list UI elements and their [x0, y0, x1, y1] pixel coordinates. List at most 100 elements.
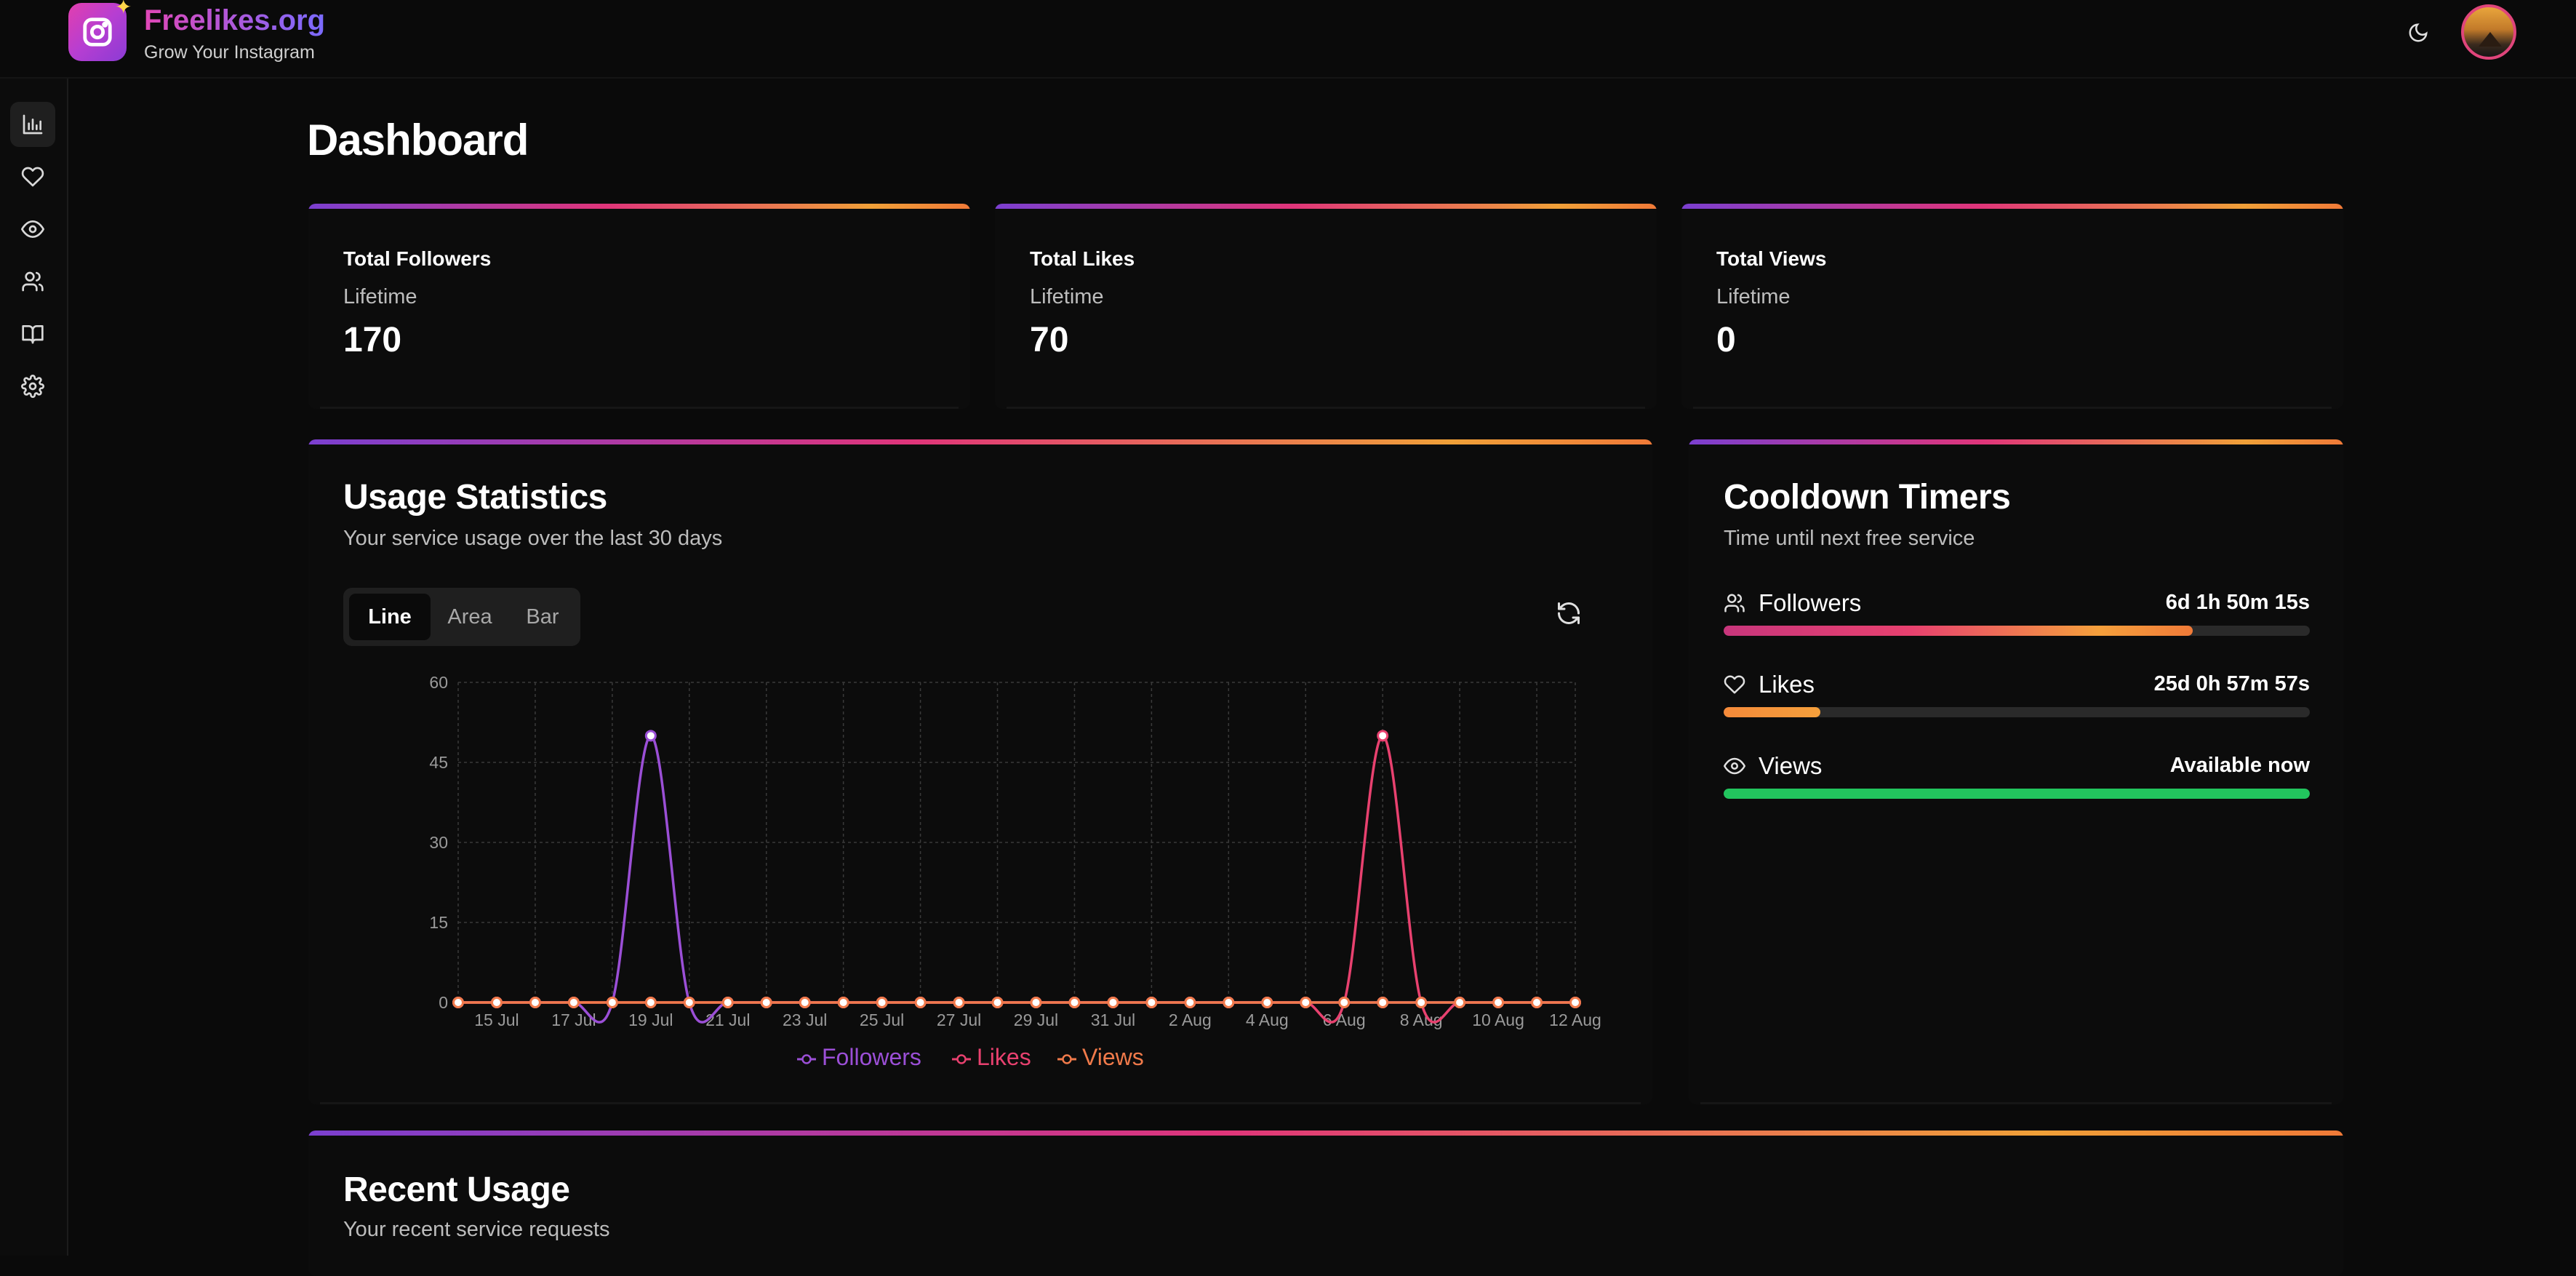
series-line-followers — [458, 734, 1575, 1024]
eye-icon — [1724, 757, 1745, 775]
cooldown-title: Cooldown Timers — [1724, 478, 2011, 517]
usage-subtitle: Your service usage over the last 30 days — [343, 527, 723, 550]
stat-subtitle: Lifetime — [343, 285, 417, 308]
data-point-views — [490, 997, 503, 1008]
x-tick-label: 25 Jul — [860, 1010, 904, 1029]
recent-title: Recent Usage — [343, 1171, 570, 1209]
cooldown-progress — [1724, 626, 2310, 636]
cooldown-label: Followers — [1759, 589, 1862, 616]
stat-card-views: Total Views Lifetime 0 — [1681, 204, 2343, 409]
data-point-views — [1377, 997, 1389, 1008]
data-point-views — [683, 997, 695, 1008]
sparkle-icon: ✦ — [115, 0, 132, 18]
sidebar-item-settings[interactable] — [10, 364, 55, 409]
sidebar-item-followers[interactable] — [10, 259, 55, 304]
legend-label: Views — [1082, 1044, 1144, 1070]
chart-type-area[interactable]: Area — [433, 594, 506, 640]
data-point-views — [876, 997, 888, 1008]
series-line-likes — [458, 734, 1575, 1024]
stat-value: 70 — [1030, 321, 1069, 359]
data-point-views — [1569, 997, 1581, 1008]
cooldown-time: Available now — [2169, 754, 2310, 777]
data-point-views — [567, 997, 580, 1008]
data-point-views — [1145, 997, 1158, 1008]
cooldown-label: Likes — [1759, 671, 1815, 698]
bar-chart-icon — [23, 114, 43, 135]
usage-statistics-card: Usage Statistics Your service usage over… — [308, 439, 1652, 1104]
stat-card-followers: Total Followers Lifetime 170 — [308, 204, 970, 409]
legend-marker-dot — [956, 1054, 967, 1064]
refresh-icon — [1558, 602, 1580, 624]
y-tick-label: 45 — [429, 753, 448, 772]
users-icon — [22, 271, 44, 292]
refresh-button[interactable] — [1551, 595, 1587, 631]
data-point-views — [452, 997, 464, 1008]
chart-type-line[interactable]: Line — [349, 594, 431, 640]
legend-label: Likes — [977, 1044, 1031, 1070]
data-point-views — [1261, 997, 1273, 1008]
x-tick-label: 4 Aug — [1246, 1010, 1289, 1029]
data-point-views — [1338, 997, 1351, 1008]
sidebar-item-views[interactable] — [10, 207, 55, 252]
x-tick-label: 15 Jul — [474, 1010, 519, 1029]
cooldown-subtitle: Time until next free service — [1724, 527, 1975, 550]
data-point-views — [606, 997, 618, 1008]
cooldown-label: Views — [1759, 752, 1823, 779]
x-tick-label: 31 Jul — [1091, 1010, 1135, 1029]
page-title: Dashboard — [307, 116, 529, 164]
data-point-views — [760, 997, 772, 1008]
legend-marker-dot — [1062, 1054, 1072, 1064]
brand-name[interactable]: Freelikes.org — [144, 4, 325, 37]
chart-type-bar[interactable]: Bar — [509, 594, 576, 640]
data-point-views — [1068, 997, 1081, 1008]
cooldown-progress — [1724, 707, 2310, 717]
brand-tagline: Grow Your Instagram — [144, 42, 315, 63]
data-point-views — [1415, 997, 1428, 1008]
x-tick-label: 10 Aug — [1472, 1010, 1524, 1029]
cooldown-timers-card: Cooldown Timers Time until next free ser… — [1689, 439, 2343, 1104]
y-tick-label: 60 — [429, 673, 448, 692]
sidebar-item-guides[interactable] — [10, 311, 55, 356]
stat-card-likes: Total Likes Lifetime 70 — [995, 204, 1657, 409]
gear-icon — [21, 375, 44, 398]
data-point-views — [991, 997, 1004, 1008]
data-point-likes — [1377, 730, 1389, 742]
data-point-views — [1531, 997, 1543, 1008]
chart-type-switch: Line Area Bar — [343, 588, 580, 646]
data-point-followers — [644, 730, 657, 742]
data-point-views — [1492, 997, 1505, 1008]
stat-title: Total Followers — [343, 247, 492, 270]
stat-subtitle: Lifetime — [1030, 285, 1104, 308]
data-point-views — [837, 997, 849, 1008]
stat-value: 0 — [1716, 321, 1736, 359]
book-icon — [22, 325, 44, 344]
legend-marker-dot — [801, 1054, 812, 1064]
data-point-views — [799, 997, 811, 1008]
stat-value: 170 — [343, 321, 402, 359]
recent-usage-card: Recent Usage Your recent service request… — [308, 1131, 2343, 1276]
x-tick-label: 27 Jul — [937, 1010, 981, 1029]
data-point-views — [1184, 997, 1196, 1008]
data-point-views — [1454, 997, 1466, 1008]
eye-icon — [21, 220, 44, 238]
x-tick-label: 19 Jul — [628, 1010, 673, 1029]
heart-icon — [21, 167, 44, 187]
sidebar — [0, 79, 68, 1256]
x-tick-label: 23 Jul — [783, 1010, 827, 1029]
theme-toggle-button[interactable] — [2404, 19, 2432, 47]
y-tick-label: 0 — [439, 993, 448, 1012]
data-point-views — [1223, 997, 1235, 1008]
x-tick-label: 21 Jul — [705, 1010, 750, 1029]
data-point-views — [1030, 997, 1042, 1008]
user-avatar[interactable] — [2461, 4, 2516, 60]
usage-line-chart: 0 15 30 45 60 15 Jul 17 Jul 19 Jul 21 Jul 23 Jul 2… — [429, 673, 1601, 1070]
cooldown-progress — [1724, 789, 2310, 799]
data-point-views — [1107, 997, 1119, 1008]
stat-title: Total Views — [1716, 247, 1827, 270]
data-point-views — [953, 997, 965, 1008]
sidebar-item-likes[interactable] — [10, 154, 55, 199]
sidebar-item-dashboard[interactable] — [10, 102, 55, 147]
x-tick-label: 2 Aug — [1169, 1010, 1212, 1029]
stat-subtitle: Lifetime — [1716, 285, 1791, 308]
y-tick-label: 15 — [429, 913, 448, 932]
